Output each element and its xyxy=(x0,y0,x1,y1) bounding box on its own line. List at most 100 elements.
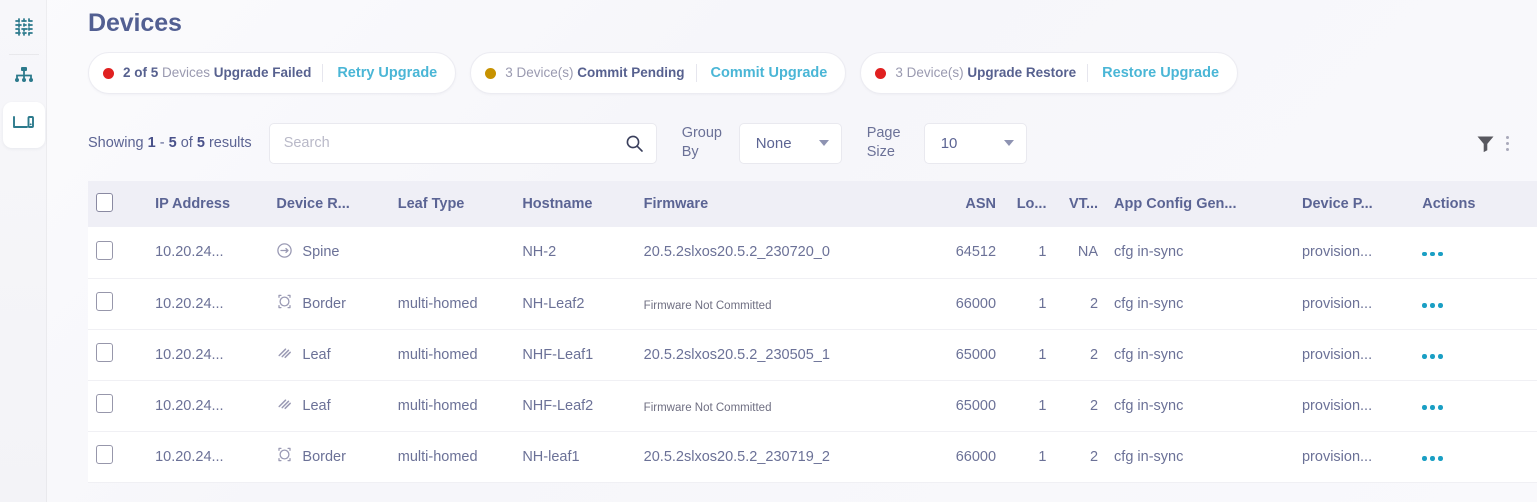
group-by-select[interactable]: None xyxy=(738,122,842,164)
table-row[interactable]: 10.20.24... Leaf multi- xyxy=(88,329,1537,380)
firmware-caption: Firmware Not Committed xyxy=(643,402,772,414)
sidebar-item-devices[interactable] xyxy=(2,102,45,148)
role-label: Spine xyxy=(302,244,340,261)
filter-icon[interactable] xyxy=(1475,133,1496,154)
more-actions-icon[interactable] xyxy=(1422,405,1443,410)
table-row[interactable]: 10.20.24... Border xyxy=(88,278,1537,329)
col-header-vt[interactable]: VT... xyxy=(1055,181,1107,227)
cell-actions xyxy=(1414,278,1537,329)
cell-firmware: 20.5.2slxos20.5.2_230505_1 xyxy=(636,329,942,380)
more-actions-icon[interactable] xyxy=(1422,303,1443,308)
cell-lo: 1 xyxy=(1038,295,1047,312)
left-nav-rail xyxy=(0,0,47,502)
cell-app-config: cfg in-sync xyxy=(1114,295,1184,312)
role-label: Border xyxy=(302,448,346,465)
cell-hostname: NHF-Leaf1 xyxy=(522,346,594,363)
table-options-kebab-icon[interactable] xyxy=(1496,130,1519,157)
cell-ip: 10.20.24... xyxy=(155,346,224,363)
status-badge-upgrade-failed: 2 of 5 Devices Upgrade Failed Retry Upgr… xyxy=(88,52,457,94)
cell-vt: 2 xyxy=(1089,346,1099,363)
firmware-version: 20.5.2slxos20.5.2_230505_1 xyxy=(643,346,830,363)
page-title: Devices xyxy=(88,9,182,37)
cell-actions xyxy=(1414,329,1537,380)
firmware-progress: Firmware Not Committed xyxy=(644,402,934,414)
col-header-firmware[interactable]: Firmware xyxy=(636,181,942,227)
page-size-control: Page Size 10 xyxy=(866,122,1027,164)
row-checkbox[interactable] xyxy=(96,240,113,260)
sidebar-item-topology[interactable] xyxy=(3,54,45,100)
search-input[interactable] xyxy=(283,135,625,151)
devices-table: IP Address Device R... Leaf Type Hostnam… xyxy=(88,181,1537,483)
select-all-checkbox[interactable] xyxy=(96,192,113,212)
cell-device-p: provision... xyxy=(1301,295,1373,312)
commit-upgrade-button[interactable]: Commit Upgrade xyxy=(697,64,842,82)
cell-actions xyxy=(1414,380,1537,431)
col-header-leaf-type[interactable]: Leaf Type xyxy=(390,181,515,227)
cell-lo: 1 xyxy=(1038,346,1047,363)
cell-device-p: provision... xyxy=(1301,346,1373,363)
cell-ip: 10.20.24... xyxy=(155,244,224,261)
status-pill-row: 2 of 5 Devices Upgrade Failed Retry Upgr… xyxy=(88,52,1537,94)
cell-hostname: NH-leaf1 xyxy=(522,448,580,465)
more-actions-icon[interactable] xyxy=(1422,354,1443,359)
firmware-progress: Firmware Not Committed xyxy=(644,300,934,312)
chevron-down-icon xyxy=(818,140,829,146)
col-header-device-role[interactable]: Device R... xyxy=(268,181,389,227)
more-actions-icon[interactable] xyxy=(1422,456,1443,461)
cell-asn: 66000 xyxy=(955,295,997,312)
row-checkbox[interactable] xyxy=(96,292,113,311)
cell-asn: 65000 xyxy=(955,397,997,414)
search-icon[interactable] xyxy=(625,134,644,153)
row-checkbox[interactable] xyxy=(96,445,113,464)
cell-lo: 1 xyxy=(1038,244,1047,261)
role-label: Leaf xyxy=(302,346,331,363)
more-actions-icon[interactable] xyxy=(1422,251,1443,257)
row-checkbox[interactable] xyxy=(96,394,113,413)
col-header-lo[interactable]: Lo... xyxy=(1004,181,1054,227)
table-header-row: IP Address Device R... Leaf Type Hostnam… xyxy=(88,181,1537,227)
cell-app-config: cfg in-sync xyxy=(1114,244,1184,261)
status-text-upgrade-failed: 2 of 5 Devices Upgrade Failed xyxy=(123,64,324,82)
row-select-cell xyxy=(88,329,147,380)
col-header-ip[interactable]: IP Address xyxy=(147,181,268,227)
cell-hostname: NH-Leaf2 xyxy=(522,295,585,312)
cell-lo: 1 xyxy=(1038,448,1047,465)
col-header-asn[interactable]: ASN xyxy=(942,181,1004,227)
status-text-commit-pending: 3 Device(s) Commit Pending xyxy=(505,64,697,82)
col-header-hostname[interactable]: Hostname xyxy=(514,181,635,227)
cell-leaf-type: multi-homed xyxy=(397,346,478,363)
page-size-select[interactable]: 10 xyxy=(923,122,1027,164)
firmware-caption: Firmware Not Committed xyxy=(643,300,772,312)
role-label: Border xyxy=(302,295,346,312)
search-box[interactable] xyxy=(268,122,657,164)
row-checkbox[interactable] xyxy=(96,343,113,362)
cell-vt: 2 xyxy=(1089,397,1099,414)
cell-asn: 64512 xyxy=(955,244,997,261)
table-row[interactable]: 10.20.24... Border xyxy=(88,431,1537,482)
table-row[interactable]: 10.20.24... Spine NH-2 20.5.2slxos20.5.2… xyxy=(88,227,1537,278)
chevron-down-icon-2 xyxy=(1003,140,1014,146)
fabric-icon xyxy=(13,16,35,43)
cell-leaf-type: multi-homed xyxy=(397,397,478,414)
cell-app-config: cfg in-sync xyxy=(1114,397,1184,414)
table-row[interactable]: 10.20.24... Leaf multi- xyxy=(88,380,1537,431)
border-leaf-icon xyxy=(276,293,293,314)
cell-device-role: Border xyxy=(268,278,389,329)
page-size-label: Page Size xyxy=(866,125,901,160)
status-text-upgrade-restore: 3 Device(s) Upgrade Restore xyxy=(895,64,1089,82)
sidebar-item-fabrics[interactable] xyxy=(3,6,45,52)
restore-upgrade-button[interactable]: Restore Upgrade xyxy=(1088,64,1233,82)
table-toolbar: Showing 1 - 5 of 5 results Group By None xyxy=(88,119,1537,167)
cell-actions xyxy=(1414,431,1537,482)
cell-hostname: NH-2 xyxy=(522,244,557,261)
table-body: 10.20.24... Spine NH-2 20.5.2slxos20.5.2… xyxy=(88,227,1537,482)
cell-firmware: Firmware Not Committed xyxy=(636,278,942,329)
cell-firmware: 20.5.2slxos20.5.2_230720_0 xyxy=(636,227,942,278)
col-header-app-config-gen[interactable]: App Config Gen... xyxy=(1106,181,1294,227)
row-select-cell xyxy=(88,227,147,278)
cell-leaf-type: multi-homed xyxy=(397,448,478,465)
table-head: IP Address Device R... Leaf Type Hostnam… xyxy=(88,181,1537,227)
cell-hostname: NHF-Leaf2 xyxy=(522,397,594,414)
retry-upgrade-button[interactable]: Retry Upgrade xyxy=(323,64,451,82)
col-header-device-p[interactable]: Device P... xyxy=(1294,181,1414,227)
